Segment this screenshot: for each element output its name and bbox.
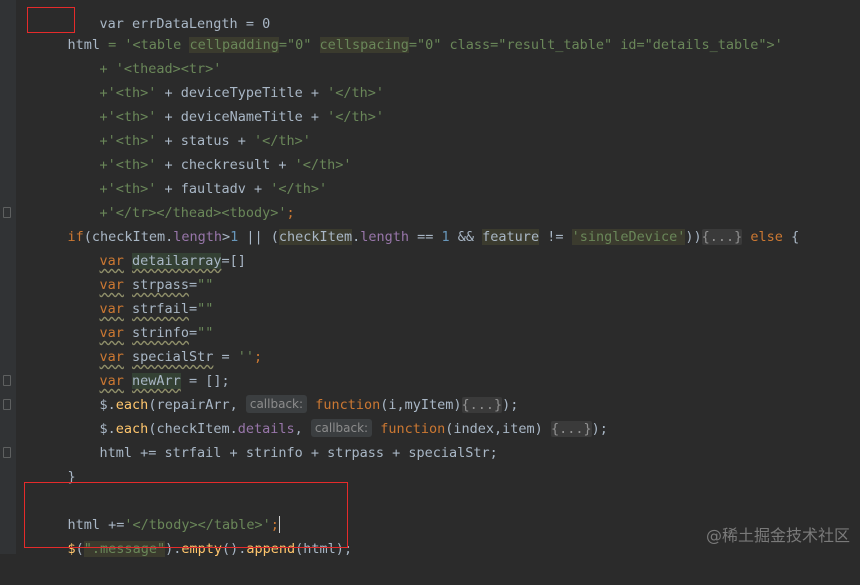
- code-line[interactable]: html += strfail + strinfo + strpass + sp…: [67, 417, 498, 461]
- code-token: )): [685, 229, 702, 245]
- code-token: length: [360, 229, 409, 245]
- code-line[interactable]: +'<th>' + status + '</th>': [67, 105, 311, 149]
- code-token: &&: [449, 229, 483, 245]
- code-editor[interactable]: var errDataLength = 0 html = '<table cel…: [0, 0, 860, 557]
- watermark: @稀土掘金技术社区: [705, 526, 850, 545]
- code-token: cellspacing: [319, 37, 409, 53]
- code-token: !=: [539, 229, 572, 245]
- code-token: ="0" class="result_table" id="details_ta…: [408, 37, 783, 53]
- code-token: 1: [441, 229, 450, 245]
- code-line[interactable]: +'<th>' + deviceTypeTitle + '</th>': [67, 57, 385, 101]
- code-token: checkItem: [278, 229, 353, 245]
- code-line[interactable]: html = '<table cellpadding="0" cellspaci…: [35, 9, 783, 53]
- code-token: feature: [482, 229, 540, 245]
- code-line[interactable]: +'<th>' + checkresult + '</th>': [67, 129, 352, 173]
- folded-code-placeholder[interactable]: {...}: [550, 421, 592, 437]
- code-line[interactable]: if(checkItem.length>1 || (checkItem.leng…: [35, 201, 799, 245]
- code-line[interactable]: var strfail="": [67, 273, 214, 317]
- code-line[interactable]: + '<thead><tr>': [67, 33, 222, 77]
- code-line[interactable]: $.each(checkItem.details, callback: func…: [67, 393, 608, 437]
- code-token: .: [352, 229, 361, 245]
- code-token: {: [782, 229, 800, 245]
- code-line[interactable]: var detailarray=[]: [67, 225, 246, 269]
- code-token: '</th>': [327, 109, 385, 125]
- code-token: );: [591, 421, 608, 437]
- code-line[interactable]: var strpass="": [67, 249, 214, 293]
- code-token: =[]: [221, 253, 246, 269]
- annotation-box: [24, 482, 348, 548]
- fold-marker-icon[interactable]: [3, 375, 11, 386]
- code-token: '': [237, 349, 254, 365]
- fold-marker-icon[interactable]: [3, 207, 11, 218]
- code-line[interactable]: +'<th>' + deviceNameTitle + '</th>': [67, 81, 385, 125]
- annotation-box: [27, 7, 75, 33]
- code-line[interactable]: }: [35, 441, 76, 485]
- fold-marker-icon[interactable]: [3, 399, 11, 410]
- editor-gutter: [0, 0, 16, 554]
- code-line[interactable]: var newArr = [];: [67, 345, 230, 389]
- code-line[interactable]: $.each(repairArr, callback: function(i,m…: [67, 369, 518, 413]
- code-token: ="0": [278, 37, 320, 53]
- fold-marker-icon[interactable]: [3, 447, 11, 458]
- code-token: 'singleDevice': [571, 229, 686, 245]
- code-line[interactable]: +'<th>' + faultadv + '</th>': [67, 153, 328, 197]
- code-token: ==: [409, 229, 442, 245]
- code-token: ;: [253, 349, 263, 365]
- code-token: else: [742, 229, 783, 245]
- code-token: html += strfail + strinfo + strpass + sp…: [99, 445, 498, 461]
- code-line[interactable]: var specialStr = '';: [67, 321, 263, 365]
- folded-code-placeholder[interactable]: {...}: [701, 229, 743, 245]
- code-line[interactable]: +'</tr></thead><tbody>';: [67, 177, 295, 221]
- code-line[interactable]: var strinfo="": [67, 297, 214, 341]
